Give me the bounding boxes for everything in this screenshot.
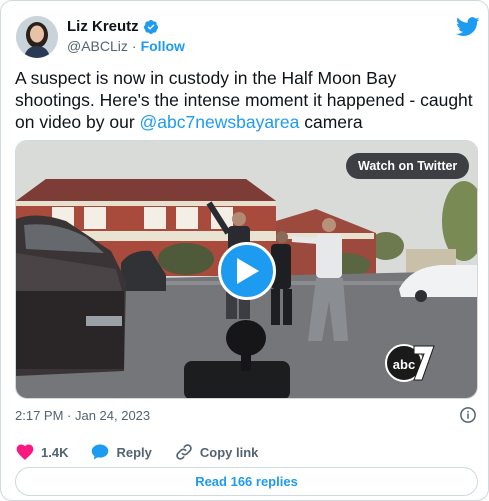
avatar[interactable] <box>16 16 58 58</box>
play-icon <box>237 258 259 284</box>
watch-on-twitter-button[interactable]: Watch on Twitter <box>346 153 470 179</box>
reply-button[interactable]: Reply <box>90 442 152 462</box>
copy-link-label: Copy link <box>199 444 259 460</box>
verified-badge-icon <box>143 20 158 34</box>
reply-bubble-icon <box>92 444 109 460</box>
copy-link-button[interactable]: Copy link <box>174 442 259 462</box>
tweet-text-tail: camera <box>299 112 363 132</box>
like-count: 1.4K <box>41 444 69 460</box>
tweet-card: Liz Kreutz @ABCLiz · Follow A suspect is… <box>0 0 489 501</box>
read-replies-button[interactable]: Read 166 replies <box>15 467 478 496</box>
separator: · <box>131 38 137 54</box>
action-bar: 1.4K Reply Copy link <box>15 442 280 462</box>
timestamp[interactable]: 2:17 PM · Jan 24, 2023 <box>15 408 150 423</box>
like-button[interactable]: 1.4K <box>15 442 68 462</box>
author-name-row[interactable]: Liz Kreutz <box>67 18 159 36</box>
avatar-photo <box>16 16 58 58</box>
author-handle[interactable]: @ABCLiz <box>67 37 128 55</box>
mention-link[interactable]: @abc7newsbayarea <box>140 112 300 132</box>
info-icon[interactable] <box>459 406 477 424</box>
reply-label: Reply <box>116 444 152 460</box>
follow-button[interactable]: Follow <box>141 37 185 55</box>
play-button[interactable] <box>218 242 276 300</box>
link-icon <box>176 444 192 460</box>
heart-icon <box>16 444 34 460</box>
tweet-text: A suspect is now in custody in the Half … <box>15 67 477 133</box>
video-player[interactable]: Watch on Twitter abc <box>15 140 478 399</box>
handle-row: @ABCLiz · Follow <box>67 37 185 55</box>
abc7-logo: abc <box>385 344 435 382</box>
author-name[interactable]: Liz Kreutz <box>67 18 139 36</box>
abc-watermark-text: abc <box>393 357 415 372</box>
twitter-bird-icon[interactable] <box>456 17 480 37</box>
